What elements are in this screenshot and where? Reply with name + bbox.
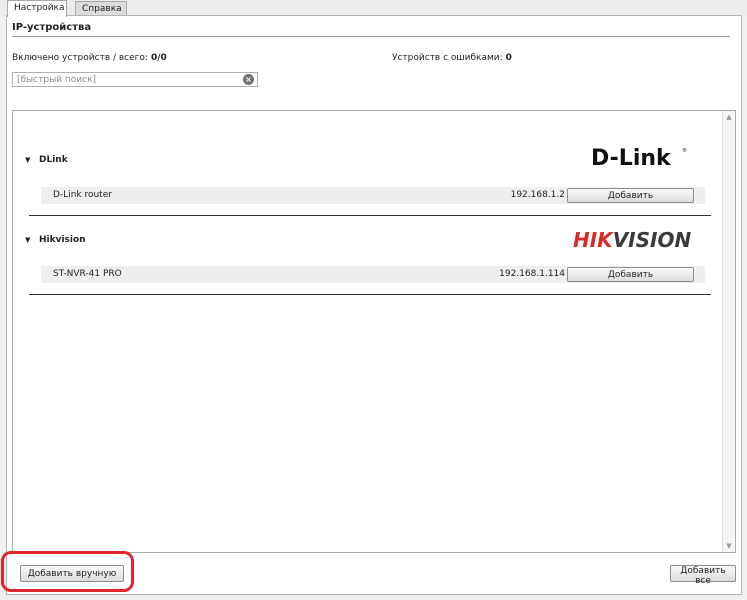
device-ip: 192.168.1.114 <box>499 269 565 279</box>
add-manually-button[interactable]: Добавить вручную <box>20 565 124 582</box>
section-divider <box>12 36 730 37</box>
add-device-button[interactable]: Добавить <box>567 188 694 203</box>
group-name: Hikvision <box>39 235 86 245</box>
device-row[interactable]: ST-NVR-41 PRO 192.168.1.114 Добавить <box>41 266 705 283</box>
add-all-button[interactable]: Добавить все <box>670 565 736 586</box>
dlink-logo-text: D-Link <box>591 146 672 171</box>
device-name: D-Link router <box>53 190 112 200</box>
tab-bar: Настройка Справка <box>0 0 747 17</box>
enabled-devices-value: 0/0 <box>150 53 167 63</box>
group-name: DLink <box>39 155 68 165</box>
device-row[interactable]: D-Link router 192.168.1.2 Добавить <box>41 187 705 204</box>
hikvision-logo-text: HIKVISION <box>573 228 691 252</box>
expand-triangle-icon[interactable]: ▼ <box>25 236 39 244</box>
error-devices-label: Устройств с ошибками: <box>392 53 503 63</box>
search-box: × <box>12 72 258 87</box>
scrollbar[interactable]: ▲ ▼ <box>722 111 735 552</box>
add-device-button[interactable]: Добавить <box>567 267 694 282</box>
scroll-down-icon[interactable]: ▼ <box>723 540 735 552</box>
device-ip: 192.168.1.2 <box>510 190 565 200</box>
group-divider <box>29 215 711 216</box>
registered-mark: ® <box>682 147 687 154</box>
error-devices-value: 0 <box>505 53 512 63</box>
dlink-logo: D-Link ® <box>591 146 687 171</box>
expand-triangle-icon[interactable]: ▼ <box>25 156 39 164</box>
enabled-devices-label: Включено устройств / всего: <box>12 53 148 63</box>
clear-icon[interactable]: × <box>243 74 254 85</box>
group-header-dlink[interactable]: ▼ DLink <box>25 155 325 169</box>
tab-settings[interactable]: Настройка <box>7 0 67 17</box>
group-divider <box>29 294 711 295</box>
device-list[interactable]: ▲ ▼ ▼ DLink D-Link ® D-Link router 192.16… <box>12 110 736 553</box>
error-devices-stat: Устройств с ошибками: 0 <box>392 53 512 63</box>
scroll-up-icon[interactable]: ▲ <box>723 111 735 123</box>
group-header-hikvision[interactable]: ▼ Hikvision <box>25 235 325 249</box>
hikvision-logo: HIKVISION <box>573 228 691 252</box>
search-input[interactable] <box>13 73 233 86</box>
device-name: ST-NVR-41 PRO <box>53 269 122 279</box>
enabled-devices-stat: Включено устройств / всего: 0/0 <box>12 53 167 63</box>
tab-help[interactable]: Справка <box>75 1 127 16</box>
section-title: IP-устройства <box>12 22 92 33</box>
